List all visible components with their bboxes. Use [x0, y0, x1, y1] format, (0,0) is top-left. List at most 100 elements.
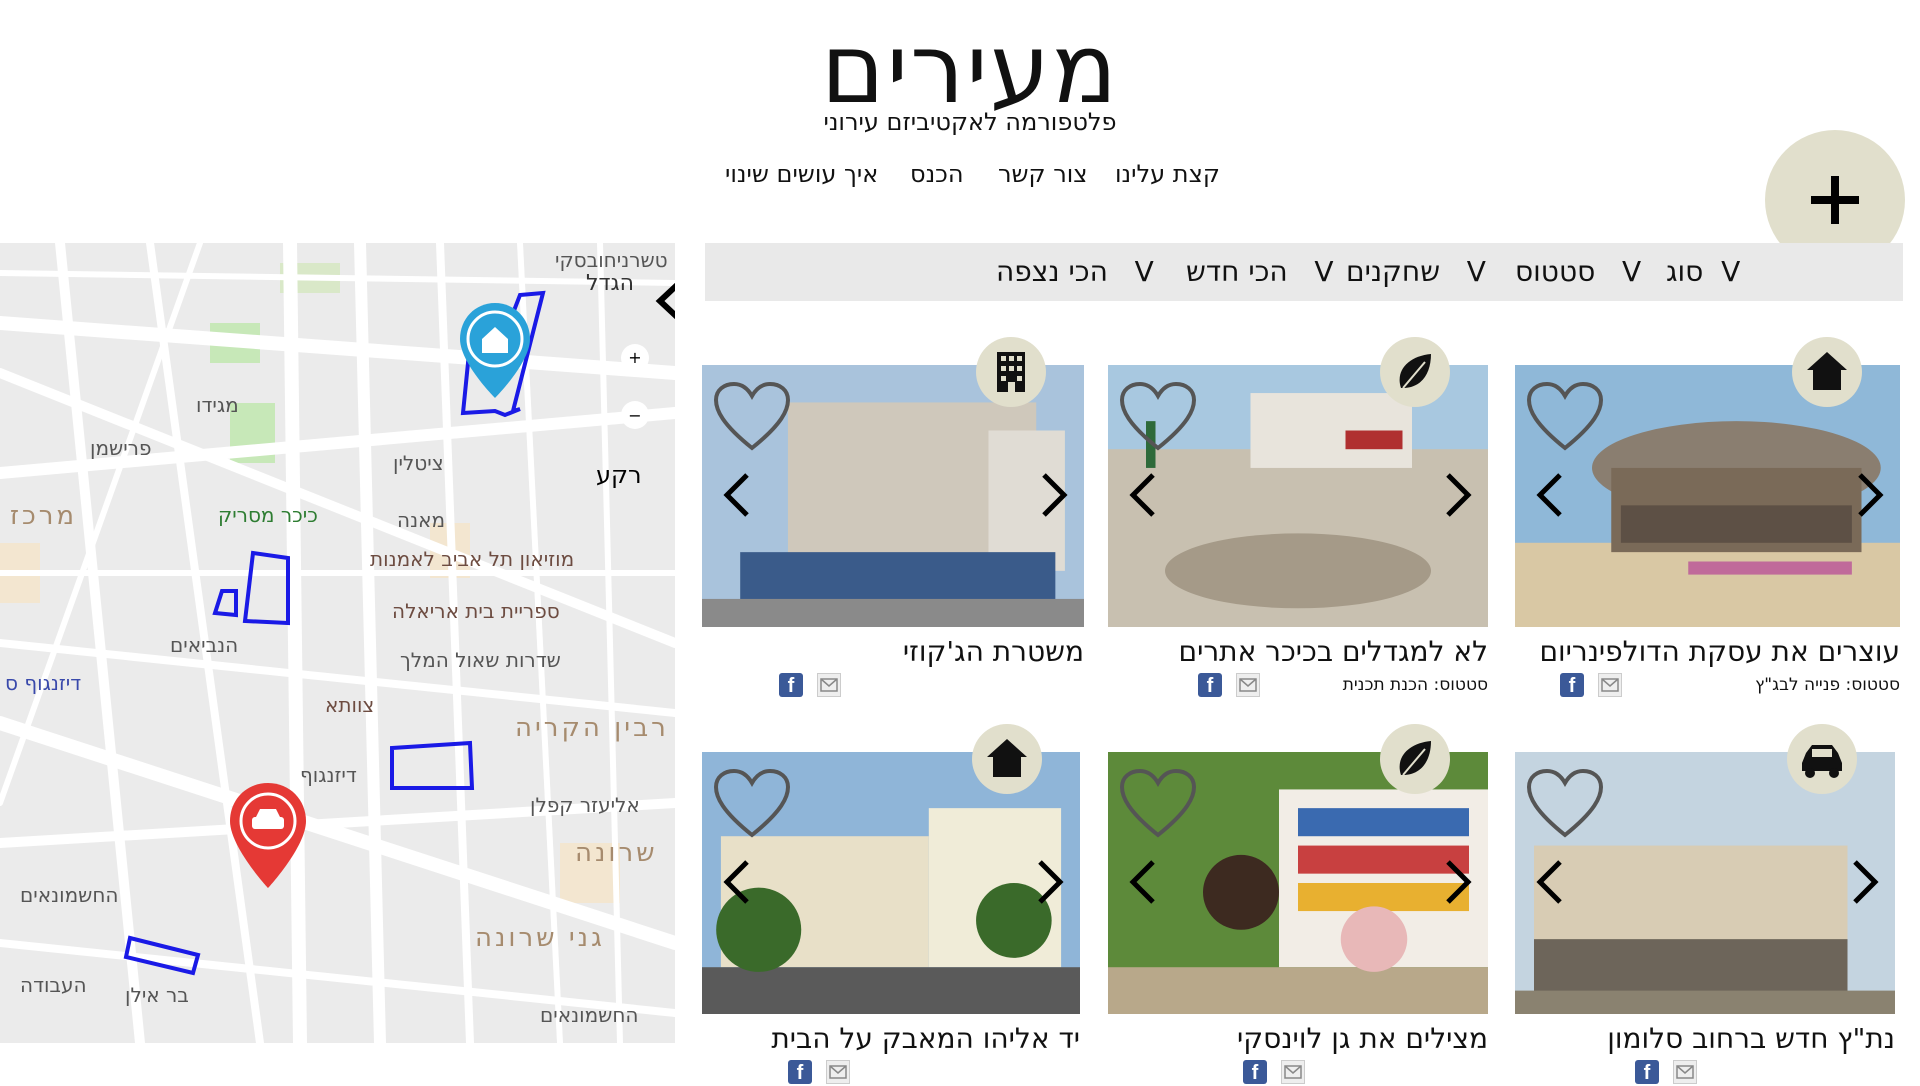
map[interactable]: + − הגדל רקע טשרניחובסקי מגידו פרישמן צי… [0, 243, 675, 1043]
leaf-icon [1399, 354, 1431, 389]
building-icon [997, 352, 1025, 392]
mail-icon [1284, 1065, 1302, 1079]
project-status: סטטוס: פנייה לבג"ץ [1755, 675, 1900, 695]
favorite-heart-icon[interactable] [712, 767, 792, 839]
map-area-label: גני שרונה [475, 923, 605, 953]
map-street-label: החשמונאים [20, 883, 119, 907]
leaf-icon [1399, 741, 1431, 776]
map-background-label[interactable]: רקע [596, 461, 642, 489]
nav-contact[interactable]: צור קשר [998, 160, 1088, 188]
mail-icon [1676, 1065, 1694, 1079]
dropdown-marker: V [1314, 255, 1334, 288]
facebook-share-button[interactable]: f [1243, 1060, 1267, 1084]
mail-share-button[interactable] [826, 1060, 850, 1084]
category-badge [972, 724, 1042, 794]
map-poi-label: ספריית בית אריאלה [392, 599, 560, 623]
facebook-share-button[interactable]: f [1198, 673, 1222, 697]
project-status: סטטוס: הכנת תכנית [1342, 675, 1488, 695]
carousel-next-arrow[interactable] [1845, 852, 1885, 912]
project-title[interactable]: לא למגדלים בכיכר אתרים [1179, 635, 1488, 668]
map-street-label: החשמונאים [540, 1003, 639, 1027]
project-title[interactable]: יד אליהו המאבק על הבית [771, 1022, 1080, 1055]
category-badge [1380, 724, 1450, 794]
favorite-heart-icon[interactable] [1118, 380, 1198, 452]
home-icon [1807, 352, 1847, 390]
facebook-share-button[interactable]: f [779, 673, 803, 697]
map-street-label: מאנה [397, 508, 446, 532]
mail-share-button[interactable] [1236, 673, 1260, 697]
map-street-label: אליעזר קפלן [530, 793, 640, 817]
project-title[interactable]: עוצרים את עסקת הדולפינריום [1539, 635, 1900, 668]
map-poi-label: דיזנגוף ס [5, 671, 82, 695]
carousel-prev-arrow[interactable] [1530, 465, 1570, 525]
carousel-next-arrow[interactable] [1850, 465, 1890, 525]
carousel-prev-arrow[interactable] [1530, 852, 1570, 912]
mail-share-button[interactable] [1281, 1060, 1305, 1084]
map-place-label: כיכר מסריק [218, 503, 318, 527]
map-street-label: פרישמן [90, 436, 152, 460]
filter-newest[interactable]: V הכי חדש [1186, 255, 1334, 288]
nav-how-to-change[interactable]: איך עושים שינוי [725, 160, 878, 188]
site-subtitle: פלטפורמה לאקטיביזם עירוני [823, 108, 1117, 136]
map-street-label: בר אילן [125, 983, 189, 1007]
filter-type[interactable]: V סוג [1666, 255, 1740, 288]
plus-icon [1811, 176, 1859, 224]
mail-share-button[interactable] [1598, 673, 1622, 697]
mail-icon [1601, 678, 1619, 692]
filter-label: סוג [1666, 255, 1704, 288]
filter-label: הכי חדש [1186, 255, 1288, 288]
mail-icon [1239, 678, 1257, 692]
map-area-label: מרכז [10, 501, 78, 531]
favorite-heart-icon[interactable] [1525, 380, 1605, 452]
mail-icon [820, 678, 838, 692]
home-icon [987, 739, 1027, 777]
category-badge [1380, 337, 1450, 407]
map-street-label: העבודה [20, 973, 87, 997]
carousel-next-arrow[interactable] [1030, 852, 1070, 912]
project-title[interactable]: משטרת הג'קוזי [903, 635, 1084, 668]
category-badge [976, 337, 1046, 407]
facebook-share-button[interactable]: f [788, 1060, 812, 1084]
carousel-next-arrow[interactable] [1034, 465, 1074, 525]
favorite-heart-icon[interactable] [1118, 767, 1198, 839]
filter-label: הכי נצפה [996, 255, 1108, 288]
map-enlarge-label[interactable]: הגדל [586, 271, 634, 296]
carousel-next-arrow[interactable] [1438, 852, 1478, 912]
carousel-prev-arrow[interactable] [1123, 465, 1163, 525]
map-poi-label: צוותא [325, 693, 375, 717]
dropdown-marker: V [1466, 255, 1486, 288]
facebook-share-button[interactable]: f [1635, 1060, 1659, 1084]
map-street-label: הנביאים [170, 633, 239, 657]
map-street-label: מגידו [196, 393, 239, 417]
map-street-label: שדרות שאול המלך [400, 648, 561, 672]
map-street-label: טשרניחובסקי [555, 248, 668, 272]
map-street-label: דיזנגוף [300, 763, 357, 787]
dropdown-marker: V [1621, 255, 1642, 288]
project-title[interactable]: מצילים את גן לוינסקי [1237, 1022, 1488, 1055]
mail-icon [829, 1065, 847, 1079]
carousel-next-arrow[interactable] [1438, 465, 1478, 525]
carousel-prev-arrow[interactable] [717, 465, 757, 525]
map-area-label: רבין הקריה [515, 713, 669, 743]
nav-login[interactable]: הכנס [910, 160, 964, 188]
map-area-label: שרונה [575, 838, 658, 868]
mail-share-button[interactable] [1673, 1060, 1697, 1084]
filter-players[interactable]: V שחקנים [1346, 255, 1486, 288]
nav-about[interactable]: קצת עלינו [1115, 160, 1220, 188]
filter-label: שחקנים [1346, 255, 1441, 288]
favorite-heart-icon[interactable] [712, 380, 792, 452]
filter-most-viewed[interactable]: V הכי נצפה [996, 255, 1154, 288]
carousel-prev-arrow[interactable] [717, 852, 757, 912]
svg-text:−: − [628, 406, 641, 425]
project-title[interactable]: נת"ץ חדש ברחוב סלומון [1607, 1022, 1895, 1055]
mail-share-button[interactable] [817, 673, 841, 697]
category-badge [1787, 724, 1857, 794]
dropdown-marker: V [1134, 255, 1154, 288]
facebook-share-button[interactable]: f [1560, 673, 1584, 697]
carousel-prev-arrow[interactable] [1123, 852, 1163, 912]
filter-status[interactable]: V סטטוס [1515, 255, 1641, 288]
svg-text:+: + [628, 348, 641, 367]
map-poi-label: מוזיאון תל אביב לאמנות [370, 547, 575, 571]
filter-label: סטטוס [1515, 255, 1596, 288]
favorite-heart-icon[interactable] [1525, 767, 1605, 839]
